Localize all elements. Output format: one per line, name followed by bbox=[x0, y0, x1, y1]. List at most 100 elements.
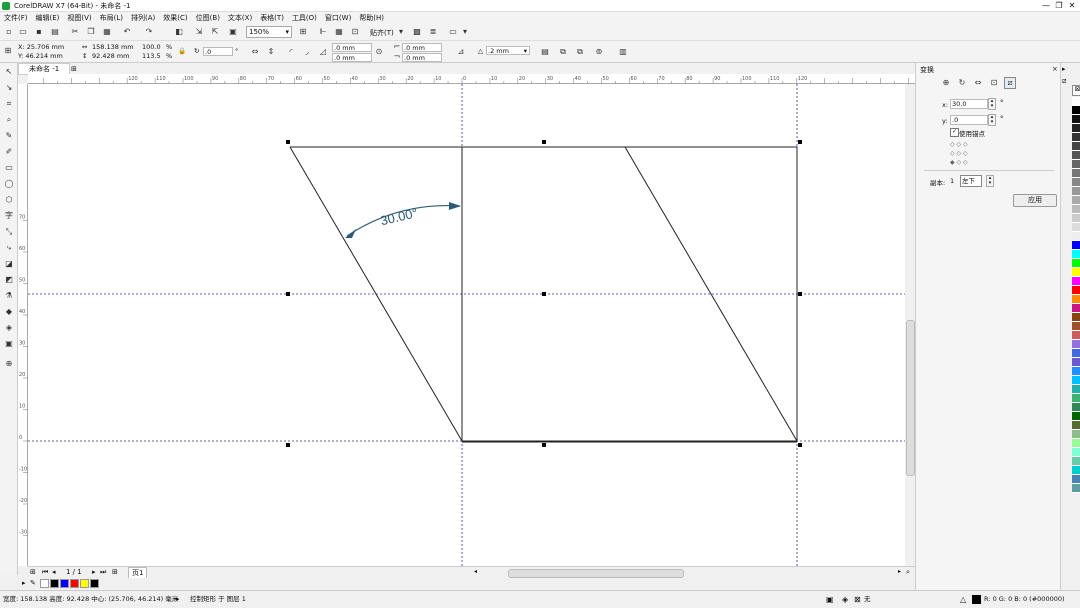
scale-width-field[interactable]: 100.0 bbox=[142, 43, 161, 52]
handle-top-left[interactable] bbox=[286, 140, 290, 144]
polygon-tool-icon[interactable]: ⬡ bbox=[4, 195, 14, 205]
corner-radius-x[interactable]: .0 mm bbox=[402, 43, 442, 52]
show-rulers-icon[interactable]: ⊩ bbox=[318, 27, 328, 37]
scale-mirror-icon[interactable]: ⇔ bbox=[973, 78, 983, 88]
rotation-field[interactable]: .0 bbox=[203, 47, 233, 56]
palette-swatch[interactable] bbox=[1072, 430, 1080, 439]
menu-effects[interactable]: 效果(C) bbox=[159, 12, 191, 24]
round-corner-icon[interactable]: ◜ bbox=[286, 47, 296, 57]
handle-bottom-right[interactable] bbox=[798, 443, 802, 447]
shape-tool-icon[interactable]: ↘ bbox=[4, 83, 14, 93]
copy-icon[interactable]: ❐ bbox=[86, 27, 96, 37]
scale-height-field[interactable]: 113.5 bbox=[142, 52, 161, 61]
outline-color-swatch[interactable] bbox=[972, 595, 981, 604]
object-details-icon[interactable]: ▸ bbox=[176, 591, 180, 608]
vertical-scroll-thumb[interactable] bbox=[906, 320, 915, 476]
minimize-button[interactable]: — bbox=[1040, 0, 1052, 11]
y-position-field[interactable]: Y: 46.214 mm bbox=[18, 52, 63, 61]
palette-swatch[interactable] bbox=[1072, 142, 1080, 151]
menu-help[interactable]: 帮助(H) bbox=[355, 12, 388, 24]
menu-tools[interactable]: 工具(O) bbox=[288, 12, 321, 24]
palette-swatch[interactable] bbox=[1072, 268, 1080, 277]
handle-bottom-center[interactable] bbox=[542, 443, 546, 447]
scroll-left-icon[interactable]: ◂ bbox=[474, 568, 477, 575]
palette-swatch[interactable] bbox=[1072, 475, 1080, 484]
import-icon[interactable]: ⇲ bbox=[194, 27, 204, 37]
interactive-fill-icon[interactable]: ◆ bbox=[4, 307, 14, 317]
lock-corners-icon[interactable]: ⊙ bbox=[374, 47, 384, 57]
outline-pen-icon[interactable]: ▣ bbox=[4, 339, 14, 349]
palette-swatch[interactable] bbox=[1072, 466, 1080, 475]
drop-shadow-icon[interactable]: ◪ bbox=[4, 259, 14, 269]
use-anchor-checkbox[interactable]: ✓ bbox=[950, 128, 959, 137]
palette-swatch[interactable] bbox=[1072, 214, 1080, 223]
page-options-icon[interactable]: ⊞ bbox=[30, 568, 36, 576]
scroll-right-icon[interactable]: ▸ bbox=[898, 568, 901, 575]
menu-window[interactable]: 窗口(W) bbox=[321, 12, 355, 24]
cut-icon[interactable]: ✂ bbox=[70, 27, 80, 37]
handle-middle-right[interactable] bbox=[798, 292, 802, 296]
convert-to-curves-icon[interactable]: ⊚ bbox=[594, 47, 604, 57]
palette-swatch[interactable] bbox=[1072, 304, 1080, 313]
palette-swatch[interactable] bbox=[1072, 241, 1080, 250]
palette-swatch[interactable] bbox=[1072, 385, 1080, 394]
palette-swatch[interactable] bbox=[1072, 322, 1080, 331]
palette-swatch[interactable] bbox=[1072, 286, 1080, 295]
horizontal-scroll-thumb[interactable] bbox=[508, 569, 684, 578]
palette-swatch[interactable] bbox=[1072, 151, 1080, 160]
first-page-icon[interactable]: ⏮ bbox=[42, 568, 48, 577]
menu-view[interactable]: 视图(V) bbox=[63, 12, 95, 24]
lock-ratio-icon[interactable]: 🔒 bbox=[178, 47, 186, 56]
palette-swatch[interactable] bbox=[1072, 115, 1080, 124]
snap-dropdown-icon[interactable]: ▾ bbox=[396, 27, 406, 37]
skew-right-edge[interactable] bbox=[624, 146, 798, 442]
drawing-canvas[interactable]: 30.00° bbox=[28, 84, 905, 566]
menu-arrange[interactable]: 排列(A) bbox=[127, 12, 159, 24]
handle-bottom-left[interactable] bbox=[286, 443, 290, 447]
pick-tool-icon[interactable]: ↖ bbox=[4, 67, 14, 77]
palette-swatch[interactable] bbox=[1072, 358, 1080, 367]
vertical-scrollbar[interactable] bbox=[905, 84, 915, 566]
application-launcher-icon[interactable]: ≣ bbox=[428, 27, 438, 37]
document-palette-swatch[interactable] bbox=[50, 579, 59, 588]
docker-close-icon[interactable]: × bbox=[1052, 65, 1058, 73]
maximize-button[interactable]: ❐ bbox=[1053, 0, 1065, 11]
palette-swatch[interactable] bbox=[1072, 412, 1080, 421]
anchor-position-select[interactable]: 左下 bbox=[960, 175, 982, 187]
palette-swatch[interactable] bbox=[1072, 223, 1080, 232]
vertical-ruler[interactable]: 70 60 50 40 30 20 10 0 -10 -20 -30 bbox=[18, 84, 28, 566]
export-icon[interactable]: ⇱ bbox=[210, 27, 220, 37]
last-page-icon[interactable]: ⏭ bbox=[100, 568, 106, 577]
palette-flyout-arrow-icon[interactable]: ▸ bbox=[1062, 65, 1066, 73]
wrap-text-icon[interactable]: ▤ bbox=[540, 47, 550, 57]
object-origin-icon[interactable]: ⊞ bbox=[3, 46, 13, 56]
artistic-media-icon[interactable]: ✐ bbox=[4, 147, 14, 157]
palette-swatch[interactable] bbox=[1072, 349, 1080, 358]
menu-edit[interactable]: 编辑(E) bbox=[32, 12, 64, 24]
palette-swatch[interactable] bbox=[1072, 295, 1080, 304]
crop-tool-icon[interactable]: ⌗ bbox=[4, 99, 14, 109]
palette-swatch[interactable] bbox=[1072, 421, 1080, 430]
menu-table[interactable]: 表格(T) bbox=[256, 12, 288, 24]
save-icon[interactable]: ▪ bbox=[34, 27, 44, 37]
no-color-swatch[interactable]: ⊠ bbox=[1072, 85, 1080, 96]
palette-swatch[interactable] bbox=[1072, 205, 1080, 214]
x-position-field[interactable]: X: 25.706 mm bbox=[18, 43, 64, 52]
color-eyedropper-icon[interactable]: ⚗ bbox=[4, 291, 14, 301]
document-palette-swatch[interactable] bbox=[90, 579, 99, 588]
position-icon[interactable]: ⊕ bbox=[941, 78, 951, 88]
handle-top-right[interactable] bbox=[798, 140, 802, 144]
selection-handles[interactable] bbox=[286, 140, 802, 447]
handle-middle-left[interactable] bbox=[286, 292, 290, 296]
palette-swatch[interactable] bbox=[1072, 313, 1080, 322]
smart-fill-icon[interactable]: ◈ bbox=[4, 323, 14, 333]
horizontal-ruler[interactable]: 120 110 100 90 80 70 60 50 40 30 20 10 0 10 20 30 40 50 60… bbox=[28, 74, 915, 84]
launcher-dropdown-icon[interactable]: ▾ bbox=[460, 27, 470, 37]
undo-icon[interactable]: ↶ bbox=[122, 27, 132, 37]
palette-swatch[interactable] bbox=[1072, 250, 1080, 259]
ellipse-tool-icon[interactable]: ◯ bbox=[4, 179, 14, 189]
document-palette-swatch[interactable] bbox=[80, 579, 89, 588]
docker-tab-transform-icon[interactable]: ⧄ bbox=[1062, 77, 1066, 86]
palette-swatch[interactable] bbox=[1072, 160, 1080, 169]
width-field[interactable]: 158.138 mm bbox=[92, 43, 134, 52]
